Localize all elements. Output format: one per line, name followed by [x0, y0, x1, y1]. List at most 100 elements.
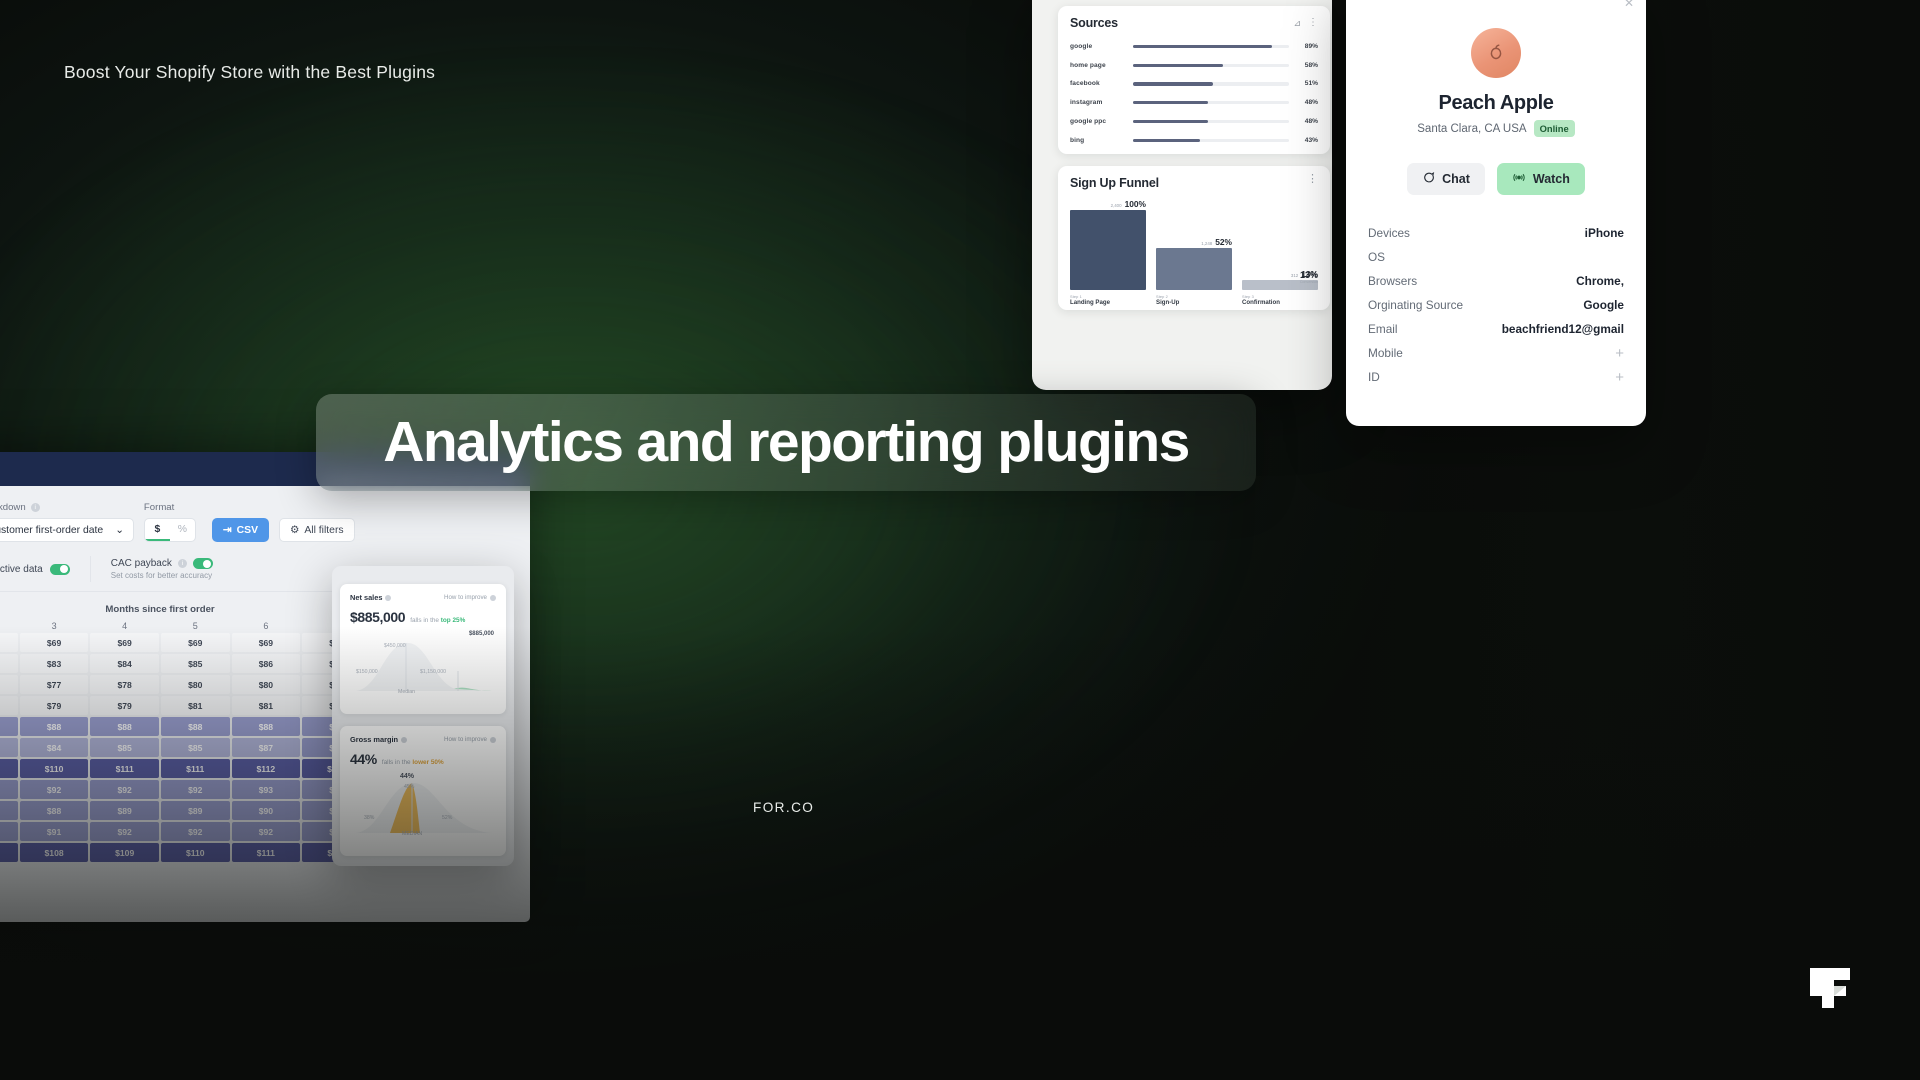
toggle-cac-sub: Set costs for better accuracy [110, 571, 213, 580]
source-row: instagram 48% [1070, 93, 1318, 112]
profile-detail-row: OS [1368, 245, 1624, 269]
kebab-menu-icon[interactable]: ⋮ [1307, 174, 1318, 185]
watch-button[interactable]: Watch [1496, 163, 1585, 195]
net-sales-note-hi: top 25% [440, 617, 466, 624]
format-option-currency[interactable]: $ [144, 519, 170, 541]
profile-detail-row: Devices iPhone [1368, 221, 1624, 245]
toggle-predictive-label: Predictive data [0, 563, 43, 575]
chevron-down-icon: ⌄ [115, 525, 124, 536]
profile-detail-row: Mobile + [1368, 341, 1624, 365]
profile-detail-key: ID [1368, 370, 1380, 384]
source-percent: 48% [1304, 99, 1318, 107]
funnel-title: Sign Up Funnel [1070, 176, 1159, 190]
visitor-profile-card: ✕ Peach Apple Santa Clara, CA USA Online… [1346, 0, 1646, 426]
source-label: google [1070, 42, 1093, 50]
profile-location: Santa Clara, CA USA [1417, 122, 1527, 135]
source-label: bing [1070, 136, 1085, 144]
funnel-step-name: Sign-Up [1156, 299, 1180, 306]
format-control: Format $ % [143, 502, 196, 542]
toggle-cac-label: CAC payback [110, 558, 172, 569]
cac-switch[interactable] [192, 558, 213, 569]
source-row: home page 58% [1070, 56, 1318, 75]
funnel-total: 13% Conversion [1300, 270, 1318, 284]
help-icon [490, 594, 496, 601]
source-row: facebook 51% [1070, 75, 1318, 94]
funnel-bar [1070, 210, 1146, 290]
profile-details: Devices iPhone OS Browsers Chrome, Orginating… [1368, 221, 1624, 389]
net-sales-help[interactable]: How to improve [444, 594, 496, 601]
funnel-bar-count: 2,400 [1110, 203, 1122, 208]
sources-title: Sources [1070, 16, 1118, 30]
info-icon [385, 594, 392, 601]
profile-detail-value: Google [1583, 298, 1624, 312]
format-segmented: $ % [143, 518, 196, 542]
breakdown-value: Customer first-order date [0, 524, 104, 536]
hero-title: Analytics and reporting plugins [383, 410, 1190, 474]
source-percent: 51% [1304, 80, 1318, 88]
bar-chart-icon[interactable]: ⊿ [1293, 18, 1301, 29]
page-kicker: Boost Your Shopify Store with the Best P… [64, 62, 436, 82]
profile-name: Peach Apple [1438, 92, 1554, 114]
source-row: google ppc 48% [1070, 112, 1318, 131]
source-track [1133, 82, 1289, 86]
toggle-cac[interactable]: CAC payback i Set costs for better accur… [111, 558, 213, 580]
source-label: facebook [1070, 80, 1100, 88]
profile-subtitle: Santa Clara, CA USA Online [1368, 120, 1624, 137]
source-fill [1133, 138, 1201, 142]
funnel-total-value: 13% [1299, 270, 1318, 280]
toggle-predictive[interactable]: Predictive data [0, 563, 70, 575]
analytics-panel: Sources ⊿ ⋮ google 89% home page 58% faceboo… [1032, 0, 1332, 390]
predictive-switch[interactable] [49, 563, 70, 575]
breakdown-label: Breakdown i [0, 502, 134, 513]
source-row: bing 43% [1070, 131, 1318, 150]
source-fill [1133, 63, 1224, 67]
info-icon: i [30, 503, 40, 512]
source-track [1133, 138, 1289, 142]
sources-card: Sources ⊿ ⋮ google 89% home page 58% faceboo… [1058, 6, 1330, 154]
funnel-bar-label: 2,400 100% [1070, 199, 1146, 209]
source-percent: 89% [1304, 42, 1318, 50]
source-label: instagram [1070, 99, 1103, 107]
format-option-percent[interactable]: % [170, 519, 195, 541]
source-percent: 48% [1304, 118, 1318, 126]
chat-button[interactable]: Chat [1407, 163, 1485, 195]
funnel-step-name: Landing Page [1070, 299, 1110, 306]
net-sales-help-text: How to improve [444, 594, 487, 601]
funnel-total-label: Conversion [1299, 280, 1318, 284]
profile-actions: Chat Watch [1368, 163, 1624, 195]
source-label: home page [1070, 61, 1106, 69]
source-track [1133, 119, 1289, 124]
funnel-step: Step 2 Sign-Up [1156, 294, 1232, 306]
breakdown-control: Breakdown i Customer first-order date ⌄ [0, 502, 134, 542]
funnel-bar-column: 1,248 52% [1156, 204, 1232, 290]
screenshot-stage: ulated sales per customer ⌄ Breakdown i … [0, 0, 1920, 1080]
broadcast-icon [1512, 171, 1526, 187]
add-field-button[interactable]: + [1615, 369, 1624, 386]
profile-detail-value: Chrome, [1576, 274, 1624, 288]
funnel-bar-label: 1,248 52% [1156, 237, 1232, 247]
kebab-menu-icon[interactable]: ⋮ [1308, 18, 1318, 28]
breakdown-select[interactable]: Customer first-order date ⌄ [0, 518, 134, 542]
funnel-step-name: Confirmation [1242, 299, 1280, 306]
avatar [1471, 28, 1521, 78]
add-field-button[interactable]: + [1615, 345, 1624, 362]
funnel-bar-count: 1,248 [1201, 241, 1213, 247]
format-label: Format [143, 502, 175, 513]
funnel-step: Step 1 Landing Page [1070, 294, 1146, 306]
background-bottom-fade [0, 626, 1920, 1080]
export-csv-button[interactable]: ⇥ CSV [211, 518, 270, 542]
funnel-bar-percent: 100% [1124, 199, 1146, 209]
funnel-bar-count: 312 [1290, 272, 1299, 278]
source-label: google ppc [1070, 118, 1107, 126]
signup-funnel-card: Sign Up Funnel ⋮ 2,400 100% 1,248 52% 312 13%… [1058, 166, 1330, 310]
close-icon[interactable]: ✕ [1624, 0, 1634, 10]
info-icon: i [177, 559, 187, 568]
all-filters-button[interactable]: ⚙ All filters [279, 518, 355, 542]
breakdown-label-text: Breakdown [0, 502, 26, 513]
profile-detail-key: Browsers [1368, 274, 1418, 288]
brand-wordmark: FOR.CO [753, 800, 815, 815]
export-csv-label: CSV [236, 524, 259, 536]
chat-button-label: Chat [1442, 172, 1470, 186]
source-track [1133, 63, 1289, 67]
profile-detail-value: beachfriend12@gmail [1501, 322, 1624, 336]
